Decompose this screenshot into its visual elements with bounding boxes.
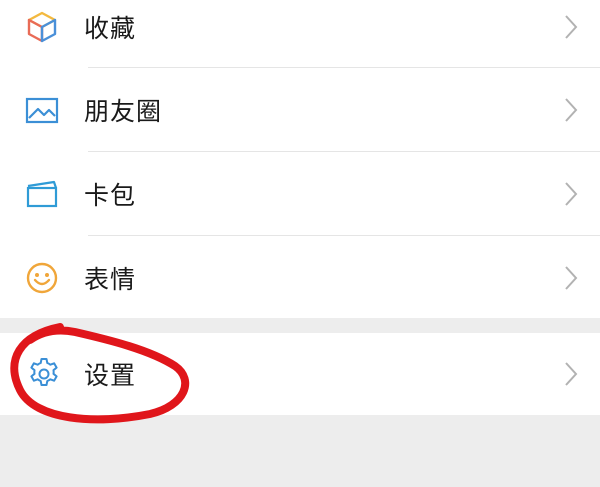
- menu-item-stickers[interactable]: 表情: [0, 236, 600, 320]
- chevron-right-icon: [564, 361, 578, 387]
- menu-item-label: 卡包: [84, 181, 137, 210]
- chevron-right-icon: [564, 265, 578, 291]
- menu-item-label: 收藏: [84, 14, 137, 43]
- chevron-right-icon: [564, 181, 578, 207]
- gear-icon: [26, 356, 62, 392]
- menu-item-settings[interactable]: 设置: [0, 333, 600, 415]
- menu-item-card-wallet[interactable]: 卡包: [0, 152, 600, 236]
- chevron-right-icon: [564, 97, 578, 123]
- moments-picture-icon: [24, 92, 60, 128]
- menu-item-moments[interactable]: 朋友圈: [0, 68, 600, 152]
- menu-item-favorites[interactable]: 收藏: [0, 0, 600, 69]
- card-wallet-icon: [24, 176, 60, 212]
- chevron-right-icon: [564, 14, 578, 40]
- smiley-face-icon: [24, 260, 60, 296]
- me-menu-list: 收藏 朋友圈 卡包 表情: [0, 0, 600, 318]
- menu-item-label: 朋友圈: [84, 97, 163, 126]
- favorites-cube-icon: [24, 9, 60, 45]
- menu-item-label: 设置: [84, 361, 137, 390]
- menu-item-label: 表情: [84, 265, 137, 294]
- settings-group: 设置: [0, 333, 600, 415]
